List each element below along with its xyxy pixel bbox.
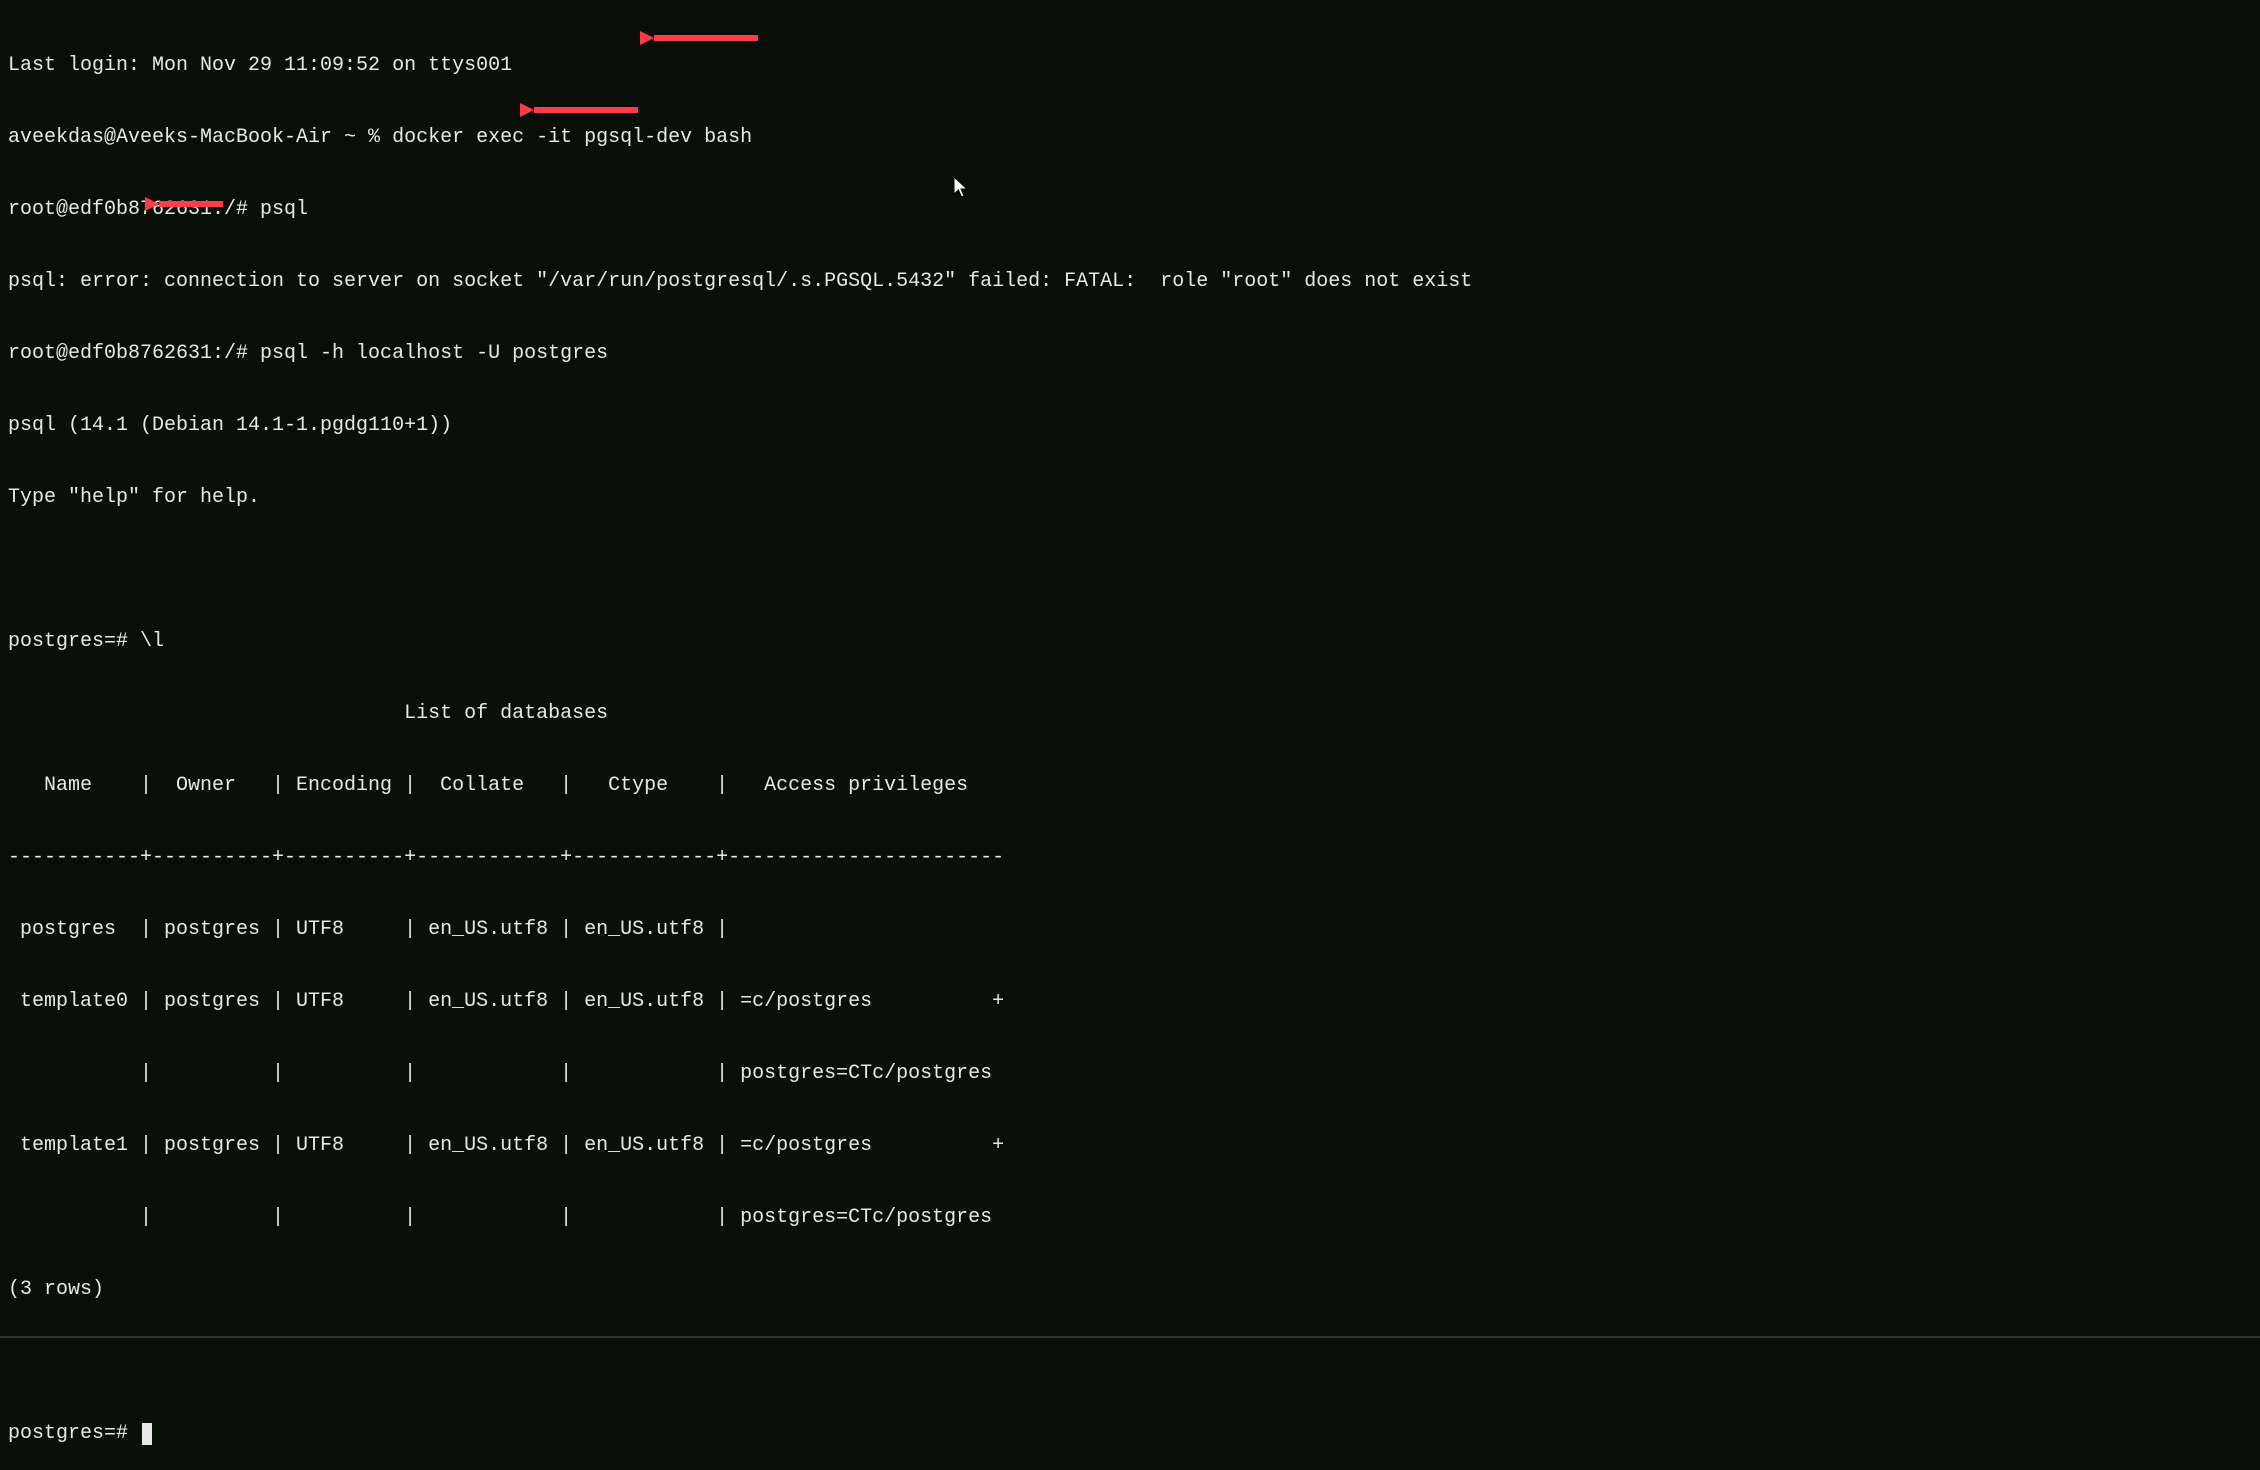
terminal-line: postgres=# \l — [8, 630, 2252, 654]
terminal-line: Name | Owner | Encoding | Collate | Ctyp… — [8, 774, 2252, 798]
terminal-prompt: postgres=# — [8, 1422, 140, 1445]
terminal-line: | | | | | postgres=CTc/postgres — [8, 1062, 2252, 1086]
terminal-line: root@edf0b8762631:/# psql -h localhost -… — [8, 342, 2252, 366]
terminal-line: psql: error: connection to server on soc… — [8, 270, 2252, 294]
terminal-prompt-line[interactable]: postgres=# — [8, 1422, 2252, 1446]
terminal-line: template0 | postgres | UTF8 | en_US.utf8… — [8, 990, 2252, 1014]
terminal-line: aveekdas@Aveeks-MacBook-Air ~ % docker e… — [8, 126, 2252, 150]
terminal-line: (3 rows) — [8, 1278, 2252, 1302]
terminal-line: root@edf0b8762631:/# psql — [8, 198, 2252, 222]
terminal-line: | | | | | postgres=CTc/postgres — [8, 1206, 2252, 1230]
terminal-line — [8, 1350, 2252, 1374]
terminal-cursor — [142, 1423, 152, 1445]
terminal-line: postgres | postgres | UTF8 | en_US.utf8 … — [8, 918, 2252, 942]
terminal-line: Last login: Mon Nov 29 11:09:52 on ttys0… — [8, 54, 2252, 78]
terminal-line: psql (14.1 (Debian 14.1-1.pgdg110+1)) — [8, 414, 2252, 438]
terminal-line: template1 | postgres | UTF8 | en_US.utf8… — [8, 1134, 2252, 1158]
terminal-line: List of databases — [8, 702, 2252, 726]
terminal-line: -----------+----------+----------+------… — [8, 846, 2252, 870]
terminal-line: Type "help" for help. — [8, 486, 2252, 510]
terminal-line — [8, 558, 2252, 582]
terminal-output[interactable]: Last login: Mon Nov 29 11:09:52 on ttys0… — [8, 6, 2252, 1470]
